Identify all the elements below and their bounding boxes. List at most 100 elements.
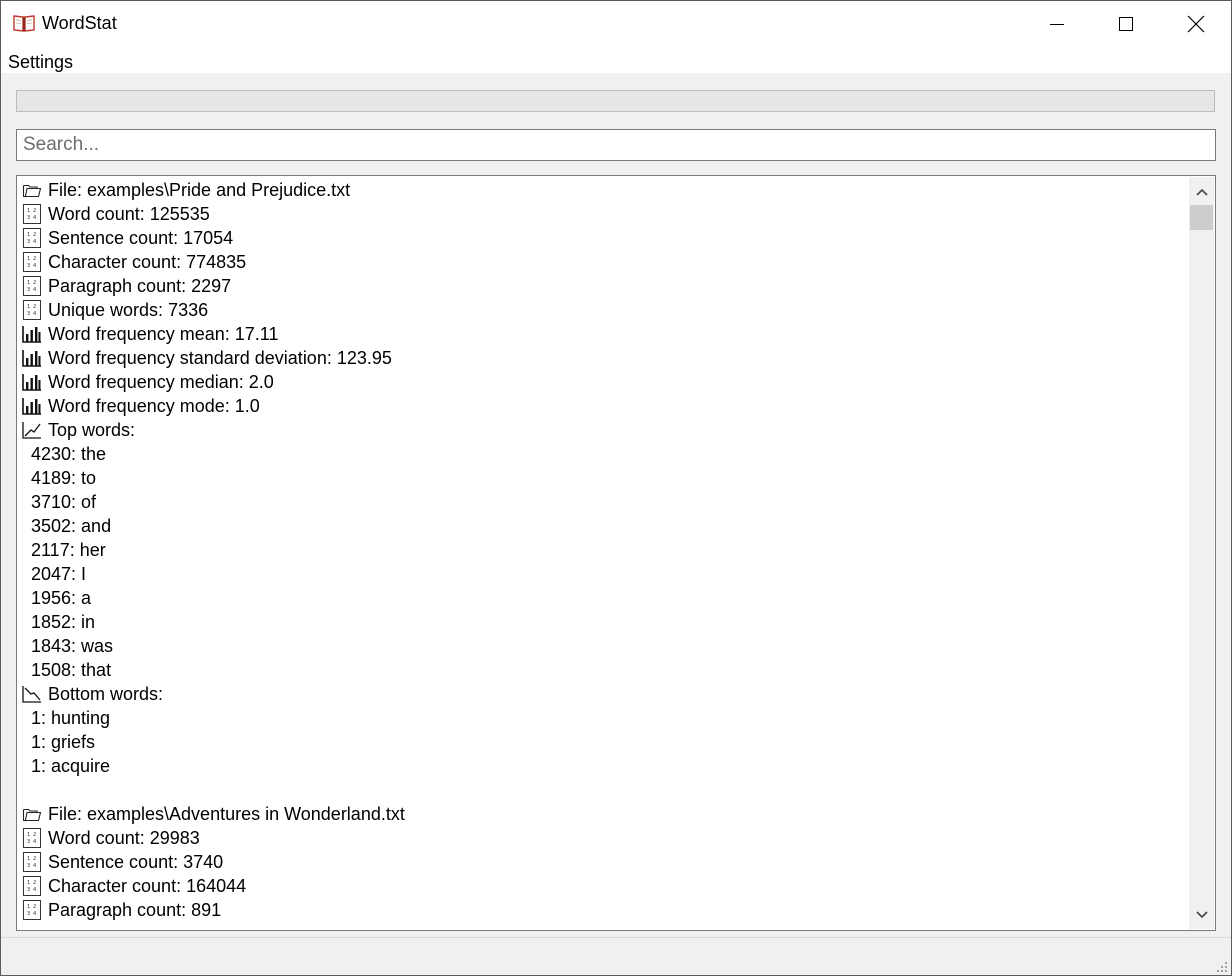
node-label: 1508: that (31, 660, 112, 680)
svg-text:4: 4 (33, 839, 36, 845)
word-entry[interactable]: 3502: and (21, 514, 1185, 538)
stat-node[interactable]: Top words: (21, 418, 1185, 442)
svg-text:1: 1 (27, 880, 30, 886)
node-label: Top words: (48, 420, 136, 440)
bar-chart-icon (21, 372, 43, 392)
number-grid-icon: 1234 (21, 300, 43, 320)
node-label: 3502: and (31, 516, 112, 536)
stat-node[interactable]: 1 2 3 4 Sentence count: 3740 (21, 850, 1185, 874)
status-bar (1, 937, 1231, 975)
node-label: Sentence count: 3740 (48, 852, 224, 872)
node-label: 1852: in (31, 612, 96, 632)
folder-icon (21, 180, 43, 200)
svg-text:1: 1 (27, 256, 30, 262)
svg-text:4: 4 (33, 311, 36, 317)
svg-text:4: 4 (33, 239, 36, 245)
word-entry[interactable]: 1956: a (21, 586, 1185, 610)
svg-text:3: 3 (27, 215, 30, 221)
word-entry[interactable]: 2047: I (21, 562, 1185, 586)
node-label: Bottom words: (48, 684, 164, 704)
svg-text:1: 1 (27, 280, 30, 286)
word-entry[interactable]: 3710: of (21, 490, 1185, 514)
svg-text:4: 4 (33, 887, 36, 893)
stat-node[interactable]: Word frequency median: 2.0 (21, 370, 1185, 394)
word-entry[interactable]: 1843: was (21, 634, 1185, 658)
node-label: Word frequency standard deviation: 123.9… (48, 348, 392, 368)
svg-text:2: 2 (33, 880, 36, 886)
node-label: 1956: a (31, 588, 92, 608)
node-label: Character count: 774835 (48, 252, 247, 272)
node-label: 1: acquire (31, 756, 111, 776)
svg-text:4: 4 (33, 215, 36, 221)
bar-chart-icon (21, 348, 43, 368)
stat-node[interactable]: Bottom words: (21, 682, 1185, 706)
trend-up-icon (21, 420, 43, 440)
stat-node[interactable]: 1 2 3 4 Unique words: 7336 (21, 298, 1185, 322)
svg-text:4: 4 (33, 263, 36, 269)
svg-text:3: 3 (27, 863, 30, 869)
window-title: WordStat (42, 13, 117, 33)
stat-node[interactable]: 1 2 3 4 Sentence count: 17054 (21, 226, 1185, 250)
svg-text:3: 3 (27, 287, 30, 293)
node-label: 4189: to (31, 468, 97, 488)
svg-text:2: 2 (33, 256, 36, 262)
minimize-button[interactable] (1022, 1, 1092, 46)
svg-text:1: 1 (27, 232, 30, 238)
menu-settings[interactable]: Settings (8, 51, 73, 73)
word-entry[interactable]: 1: hunting (21, 706, 1185, 730)
svg-text:4: 4 (33, 911, 36, 917)
menu-bar: Settings (1, 46, 1231, 73)
word-entry[interactable]: 1: acquire (21, 754, 1185, 778)
progress-bar (16, 90, 1215, 112)
svg-text:1: 1 (27, 304, 30, 310)
word-entry[interactable]: 4189: to (21, 466, 1185, 490)
maximize-icon (1119, 16, 1133, 31)
results-tree[interactable]: File: examples\Pride and Prejudice.txt 1 2… (16, 175, 1216, 931)
stat-node[interactable]: Word frequency mode: 1.0 (21, 394, 1185, 418)
node-label: 1: hunting (31, 708, 111, 728)
title-bar[interactable]: WordStat (1, 1, 1231, 46)
node-label: Word frequency mean: 17.11 (48, 324, 279, 344)
word-entry[interactable]: 1852: in (21, 610, 1185, 634)
number-grid-icon: 1234 (21, 204, 43, 224)
node-label: File: examples\Adventures in Wonderland.… (48, 804, 405, 824)
maximize-button[interactable] (1091, 1, 1161, 46)
svg-text:1: 1 (27, 856, 30, 862)
svg-text:2: 2 (33, 904, 36, 910)
node-label: 1843: was (31, 636, 114, 656)
stat-node[interactable]: 1 2 3 4 Paragraph count: 891 (21, 898, 1185, 922)
stat-node[interactable]: 1 2 3 4 Paragraph count: 2297 (21, 274, 1185, 298)
stat-node[interactable]: 1 2 3 4 Character count: 774835 (21, 250, 1185, 274)
scroll-up-button[interactable] (1189, 179, 1214, 204)
vertical-scrollbar[interactable] (1189, 177, 1214, 929)
stat-node[interactable]: 1 2 3 4 Character count: 164044 (21, 874, 1185, 898)
svg-text:2: 2 (33, 832, 36, 838)
node-label: Paragraph count: 891 (48, 900, 222, 920)
node-label: Word frequency mode: 1.0 (48, 396, 260, 416)
folder-icon (21, 804, 43, 824)
stat-node[interactable]: 1 2 3 4 Word count: 125535 (21, 202, 1185, 226)
scrollbar-thumb[interactable] (1190, 205, 1213, 230)
node-label: 2117: her (31, 540, 106, 560)
bar-chart-icon (21, 396, 43, 416)
resize-grip-icon[interactable] (1216, 961, 1228, 973)
stat-node[interactable]: Word frequency mean: 17.11 (21, 322, 1185, 346)
word-entry[interactable]: 4230: the (21, 442, 1185, 466)
chevron-down-icon (1195, 910, 1208, 918)
svg-text:3: 3 (27, 911, 30, 917)
word-entry[interactable]: 1: griefs (21, 730, 1185, 754)
book-icon (13, 15, 35, 32)
scroll-down-button[interactable] (1189, 902, 1214, 927)
node-label: 2047: I (31, 564, 87, 584)
node-label: 3710: of (31, 492, 97, 512)
stat-node[interactable]: Word frequency standard deviation: 123.9… (21, 346, 1185, 370)
file-node[interactable]: File: examples\Adventures in Wonderland.… (21, 802, 1185, 826)
stat-node[interactable]: 1 2 3 4 Word count: 29983 (21, 826, 1185, 850)
word-entry[interactable]: 1508: that (21, 658, 1185, 682)
close-button[interactable] (1161, 1, 1231, 46)
search-input[interactable] (16, 129, 1216, 161)
word-entry[interactable]: 2117: her (21, 538, 1185, 562)
node-label: Sentence count: 17054 (48, 228, 234, 248)
svg-text:4: 4 (33, 863, 36, 869)
file-node[interactable]: File: examples\Pride and Prejudice.txt (21, 178, 1185, 202)
